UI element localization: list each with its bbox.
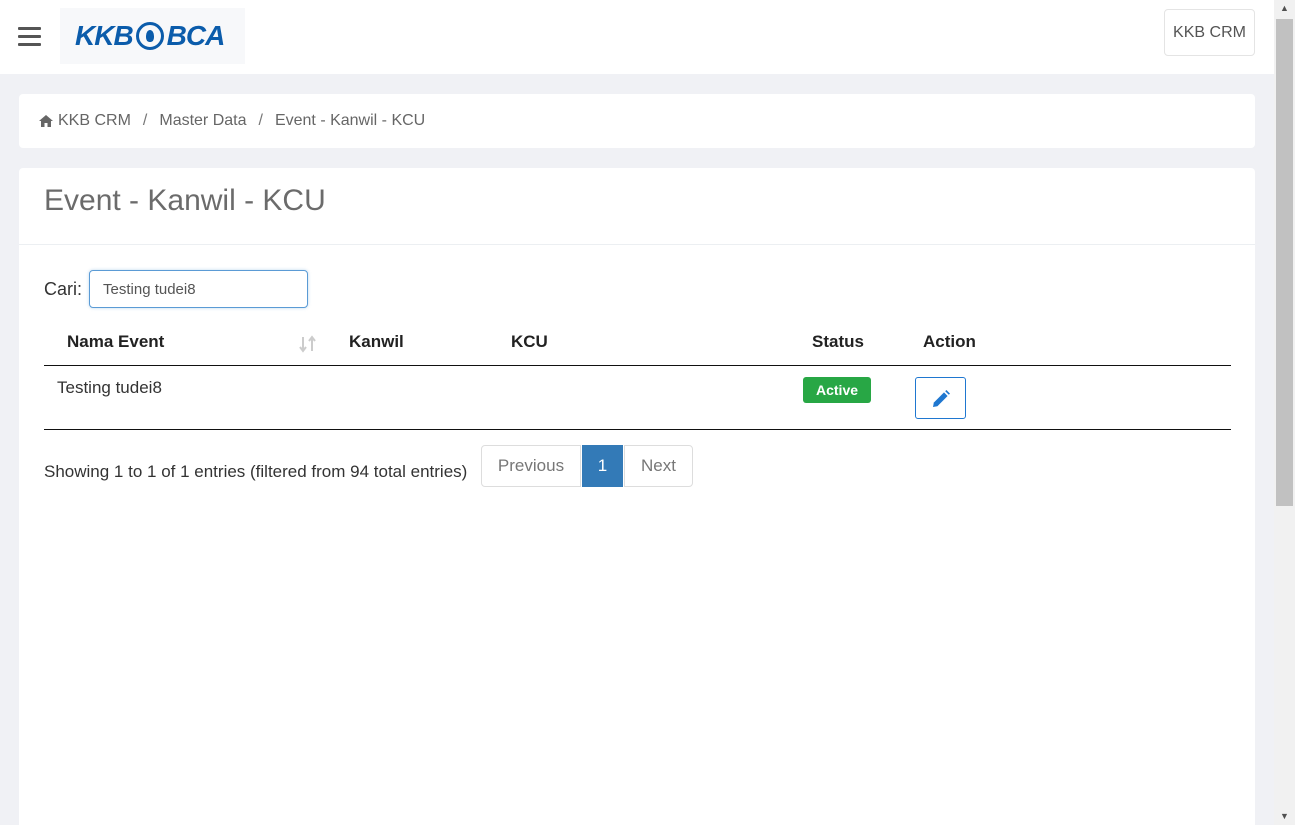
chevron-up-icon[interactable]: ▲ [1274,0,1295,17]
table-row: Testing tudei8 Active [44,365,1231,430]
search-row: Cari: [44,270,309,308]
edit-button[interactable] [915,376,966,419]
top-navbar: KKB BCA KKB CRM [0,0,1274,74]
column-label: Nama Event [67,332,165,352]
vertical-scrollbar[interactable]: ▲ ▼ [1274,0,1295,825]
breadcrumb-item-current: Event - Kanwil - KCU [274,112,426,129]
column-header-action: Action [891,320,1231,366]
menu-icon[interactable] [18,27,41,46]
search-input[interactable] [89,270,309,308]
brand-logo[interactable]: KKB BCA [60,8,245,64]
column-header-nama-event[interactable]: Nama Event [44,320,326,366]
cell-kanwil [326,365,488,430]
breadcrumb-item-master-data[interactable]: Master Data [159,112,246,130]
pagination-next[interactable]: Next [624,445,693,487]
column-header-status[interactable]: Status [766,320,891,366]
chevron-down-icon[interactable]: ▼ [1274,808,1295,825]
scrollbar-thumb[interactable] [1276,19,1293,506]
cell-nama-event: Testing tudei8 [44,365,326,430]
sort-icon[interactable] [298,334,318,354]
logo-emblem-icon [135,22,164,50]
cell-kcu [488,365,766,430]
table-info: Showing 1 to 1 of 1 entries (filtered fr… [44,462,468,481]
user-menu-button[interactable]: KKB CRM [1164,9,1255,56]
search-label: Cari: [44,278,83,299]
column-header-kanwil[interactable]: Kanwil [326,320,488,366]
breadcrumb-separator: / [142,112,148,129]
logo-text-right: BCA [166,20,226,51]
breadcrumb-separator: / [258,112,263,129]
home-icon [39,115,53,127]
pagination-page-1[interactable]: 1 [582,445,623,487]
pagination: Previous 1 Next [481,445,693,487]
pencil-icon [933,389,950,407]
status-badge: Active [803,376,872,403]
cell-status: Active [766,365,891,430]
cell-action [891,365,1231,430]
breadcrumb: KKB CRM / Master Data / Event - Kanwil -… [19,94,1255,148]
column-header-kcu[interactable]: KCU [488,320,766,366]
data-table: Nama Event Kanwil KCU Status Action Test… [44,320,1231,430]
content-card: Event - Kanwil - KCU Cari: Nama Event Ka… [19,168,1255,825]
page-title: Event - Kanwil - KCU [19,168,1255,245]
logo-text-left: KKB [75,20,134,51]
breadcrumb-item-home[interactable]: KKB CRM [58,112,131,130]
table-header-row: Nama Event Kanwil KCU Status Action [44,320,1231,366]
pagination-previous[interactable]: Previous [481,445,581,487]
